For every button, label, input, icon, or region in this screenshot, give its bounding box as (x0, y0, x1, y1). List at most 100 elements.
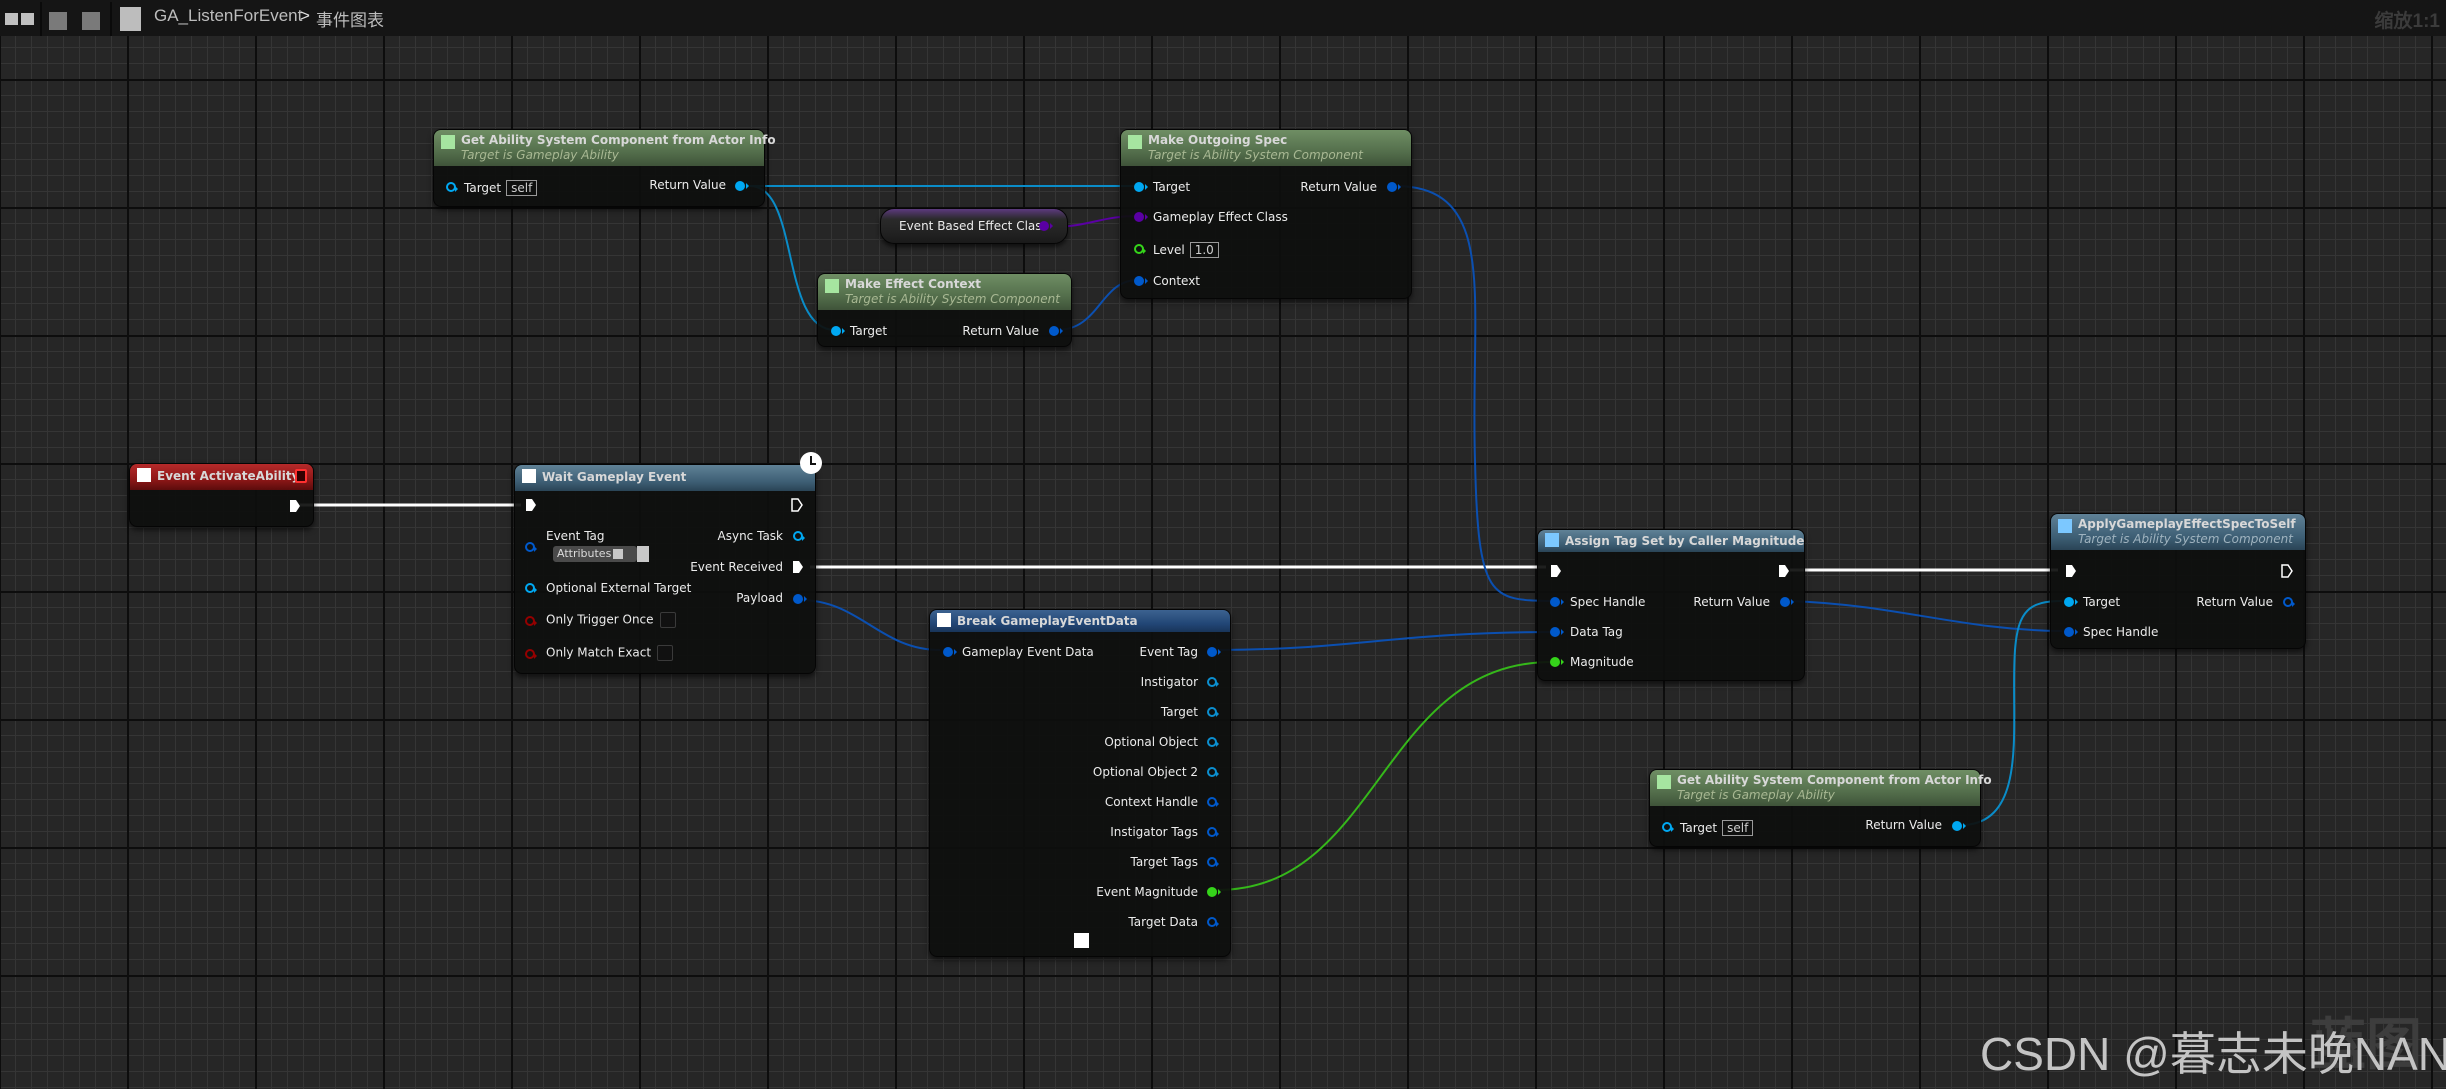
node-event-activate-ability[interactable]: Event ActivateAbility (129, 463, 314, 527)
pin-label: Event Tag (546, 529, 605, 543)
latent-clock-icon (800, 452, 822, 474)
panel-layout-icon[interactable] (5, 9, 35, 27)
context-pin[interactable] (1134, 276, 1148, 286)
target-pin[interactable] (1662, 822, 1674, 832)
pin-label: Target (1160, 705, 1198, 719)
tag-edit-icon[interactable] (613, 549, 624, 559)
node-assign-tag-set-by-caller[interactable]: Assign Tag Set by Caller Magnitude Spec … (1537, 529, 1805, 681)
return-value-pin[interactable] (1387, 182, 1401, 192)
node-event-based-effect-class[interactable]: Event Based Effect Class (880, 208, 1068, 244)
gameplay-event-data-pin[interactable] (943, 647, 957, 657)
node-header: Make Outgoing Spec Target is Ability Sys… (1121, 130, 1411, 166)
node-header: Get Ability System Component from Actor … (1650, 770, 1992, 806)
exec-in-pin[interactable] (525, 498, 537, 512)
exec-out-pin[interactable] (289, 499, 301, 513)
pin-label: Async Task (717, 529, 783, 543)
effect-class-pin[interactable] (1134, 212, 1148, 222)
pin-label: Target (2083, 595, 2121, 609)
exec-out-pin[interactable] (1778, 564, 1790, 578)
tag-clear-icon[interactable] (637, 546, 650, 562)
exec-then-pin[interactable] (2281, 564, 2293, 578)
target-pin[interactable] (1207, 707, 1219, 717)
event-tag-pin[interactable] (525, 542, 537, 552)
event-received-exec-pin[interactable] (792, 560, 804, 574)
instigator-tags-pin[interactable] (1207, 827, 1219, 837)
target-pin[interactable] (1134, 182, 1148, 192)
target-data-pin[interactable] (1207, 917, 1219, 927)
node-subtitle: Target is Ability System Component (1148, 148, 1363, 162)
advanced-display-toggle[interactable] (1074, 933, 1089, 948)
event-tag-pin[interactable] (1207, 647, 1221, 657)
only-trigger-once-row: Only Trigger Once (546, 612, 676, 628)
pin-label: Gameplay Event Data (962, 645, 1094, 659)
node-subtitle: Target is Gameplay Ability (461, 148, 619, 162)
breadcrumb-graph[interactable]: 事件图表 (316, 6, 384, 31)
breadcrumb-separator-icon: > (300, 6, 310, 25)
target-value-input[interactable]: self (506, 180, 538, 196)
node-get-asc-bottom[interactable]: Get Ability System Component from Actor … (1649, 769, 1992, 847)
return-value-pin[interactable] (1952, 821, 1966, 831)
node-break-gameplay-event-data[interactable]: Break GameplayEventData Gameplay Event D… (929, 609, 1231, 957)
struct-icon (937, 613, 951, 627)
exec-in-pin[interactable] (1550, 564, 1562, 578)
target-tags-pin[interactable] (1207, 857, 1219, 867)
node-title: Assign Tag Set by Caller Magnitude (1565, 534, 1805, 548)
pin-label: Optional External Target (546, 581, 692, 595)
return-value-pin[interactable] (2283, 597, 2295, 607)
node-make-outgoing-spec[interactable]: Make Outgoing Spec Target is Ability Sys… (1120, 129, 1412, 299)
exec-then-pin[interactable] (791, 498, 803, 512)
context-handle-pin[interactable] (1207, 797, 1219, 807)
only-match-exact-pin[interactable] (525, 649, 537, 659)
target-pin[interactable] (2064, 597, 2078, 607)
breadcrumb-asset[interactable]: GA_ListenForEvent (154, 6, 302, 26)
level-value-input[interactable]: 1.0 (1189, 242, 1219, 258)
node-header: Make Effect Context Target is Ability Sy… (818, 274, 1071, 310)
pin-label: Return Value (1300, 180, 1377, 194)
back-icon[interactable] (49, 12, 67, 30)
only-trigger-once-pin[interactable] (525, 616, 537, 626)
payload-pin[interactable] (793, 594, 807, 604)
exec-in-pin[interactable] (2065, 564, 2077, 578)
optional-external-target-pin[interactable] (525, 583, 537, 593)
variable-label: Event Based Effect Class (899, 219, 1048, 233)
node-header: Wait Gameplay Event (515, 465, 815, 491)
tag-value: Attributes (557, 547, 612, 560)
function-icon (1657, 775, 1671, 789)
node-apply-ge-spec-to-self[interactable]: ApplyGameplayEffectSpecToSelf Target is … (2050, 513, 2306, 649)
only-trigger-once-checkbox[interactable] (659, 612, 676, 628)
only-match-exact-checkbox[interactable] (657, 645, 674, 661)
spec-handle-pin[interactable] (2064, 627, 2078, 637)
function-icon (2058, 519, 2072, 533)
node-get-asc-top[interactable]: Get Ability System Component from Actor … (433, 129, 776, 207)
instigator-pin[interactable] (1207, 677, 1219, 687)
magnitude-pin[interactable] (1550, 657, 1564, 667)
forward-icon[interactable] (82, 12, 100, 30)
data-tag-pin[interactable] (1550, 627, 1564, 637)
optional-object-2-pin[interactable] (1207, 767, 1219, 777)
zoom-level-label: 缩放1:1 (2374, 11, 2440, 32)
return-value-pin[interactable] (1780, 597, 1794, 607)
delegate-pin-icon[interactable] (295, 469, 307, 483)
target-pin[interactable] (446, 182, 458, 192)
node-header: ApplyGameplayEffectSpecToSelf Target is … (2051, 514, 2305, 550)
spec-handle-pin[interactable] (1550, 597, 1564, 607)
level-row: Level 1.0 (1153, 242, 1219, 258)
return-value-pin[interactable] (1049, 326, 1063, 336)
node-make-effect-context[interactable]: Make Effect Context Target is Ability Sy… (817, 273, 1072, 347)
target-pin[interactable] (831, 326, 845, 336)
event-tag-picker[interactable]: Attributes (553, 546, 650, 562)
node-title: Make Outgoing Spec (1148, 133, 1288, 147)
effect-class-pin[interactable] (1039, 221, 1053, 231)
toolbar-divider (110, 2, 112, 36)
node-title: Event ActivateAbility (157, 469, 300, 483)
level-pin[interactable] (1134, 244, 1146, 254)
event-magnitude-pin[interactable] (1207, 887, 1221, 897)
node-header: Event ActivateAbility (130, 464, 313, 490)
pin-label: Only Match Exact (546, 645, 652, 660)
return-value-pin[interactable] (735, 181, 749, 191)
optional-object-pin[interactable] (1207, 737, 1219, 747)
node-wait-gameplay-event[interactable]: Wait Gameplay Event Event Tag Attributes… (514, 464, 816, 674)
node-header: Get Ability System Component from Actor … (434, 130, 776, 166)
async-task-pin[interactable] (793, 531, 805, 541)
target-value-input[interactable]: self (1722, 820, 1754, 836)
